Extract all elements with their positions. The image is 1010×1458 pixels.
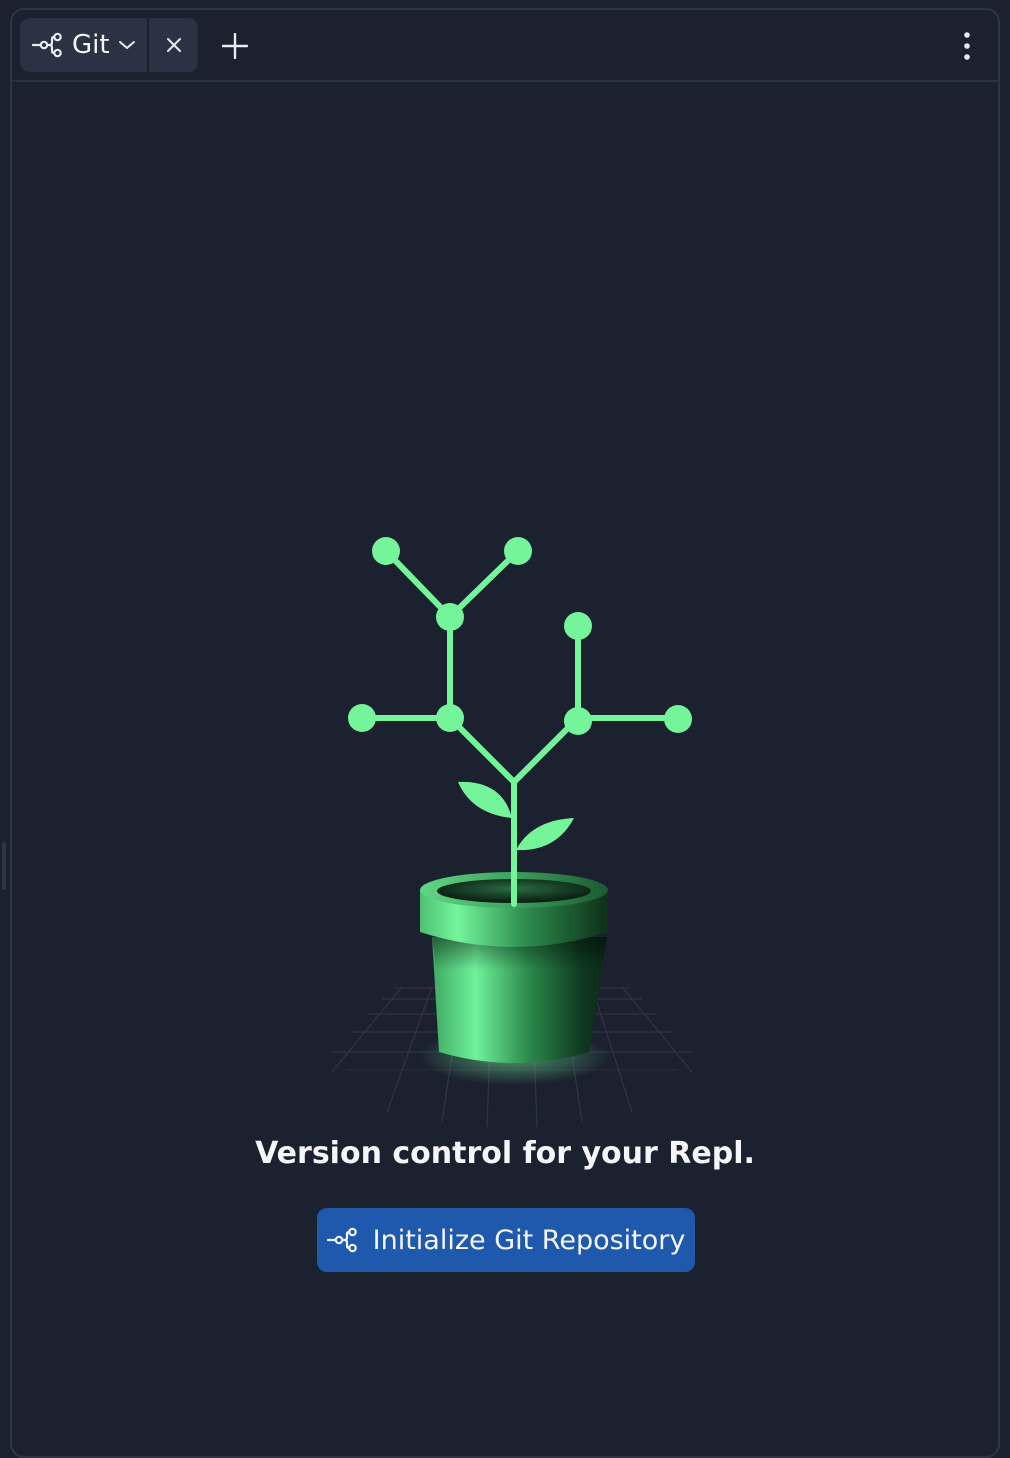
git-branch-icon [326,1226,359,1254]
initialize-git-repository-button[interactable]: Initialize Git Repository [317,1208,695,1272]
git-branches [359,548,681,907]
panel-resize-handle[interactable] [2,842,6,890]
git-panel: Git Version control for your Repl. Initi… [10,8,1000,1458]
empty-state-tagline: Version control for your Repl. [255,1136,755,1171]
leaf-right [516,818,574,851]
leaf-left [458,781,512,818]
git-plant-illustration [331,537,693,1128]
initialize-git-repository-label: Initialize Git Repository [372,1224,686,1256]
